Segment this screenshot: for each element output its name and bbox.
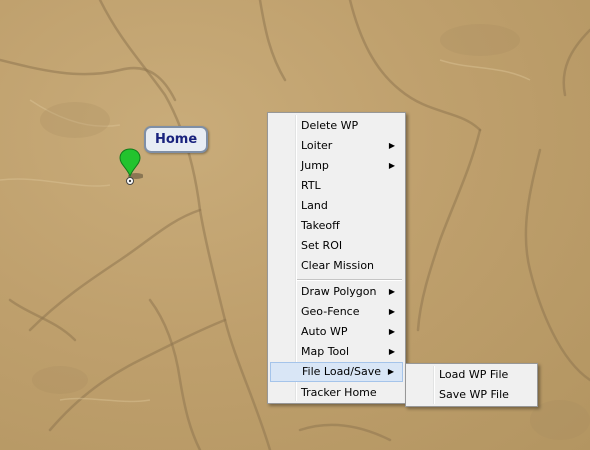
menu-item-label: Auto WP	[301, 325, 348, 338]
home-marker-pin-icon[interactable]	[119, 148, 143, 188]
menu-item-delete-wp[interactable]: Delete WP	[270, 116, 403, 136]
menu-item-label: Map Tool	[301, 345, 350, 358]
menu-item-land[interactable]: Land	[270, 196, 403, 216]
menu-item-label: RTL	[301, 179, 321, 192]
file-load-save-submenu: Load WP File Save WP File	[405, 363, 538, 407]
menu-item-map-tool[interactable]: Map Tool ▶	[270, 342, 403, 362]
menu-separator	[297, 279, 402, 281]
menu-item-label: Set ROI	[301, 239, 343, 252]
menu-item-label: Geo-Fence	[301, 305, 360, 318]
menu-item-geo-fence[interactable]: Geo-Fence ▶	[270, 302, 403, 322]
home-label: Home	[144, 126, 209, 153]
menu-item-label: File Load/Save	[302, 365, 381, 378]
submenu-item-load-wp-file[interactable]: Load WP File	[408, 365, 535, 385]
menu-item-file-load-save[interactable]: File Load/Save ▶	[270, 362, 403, 382]
menu-item-set-roi[interactable]: Set ROI	[270, 236, 403, 256]
submenu-arrow-icon: ▶	[388, 307, 395, 316]
submenu-arrow-icon: ▶	[388, 327, 395, 336]
menu-item-label: Draw Polygon	[301, 285, 377, 298]
menu-item-tracker-home[interactable]: Tracker Home	[270, 383, 403, 403]
menu-item-label: Tracker Home	[301, 386, 377, 399]
menu-item-clear-mission[interactable]: Clear Mission	[270, 256, 403, 276]
menu-item-label: Loiter	[301, 139, 333, 152]
menu-item-jump[interactable]: Jump ▶	[270, 156, 403, 176]
submenu-arrow-icon: ▶	[387, 367, 394, 376]
map-context-menu: Delete WP Loiter ▶ Jump ▶ RTL Land Takeoff Set R…	[267, 112, 406, 404]
menu-item-takeoff[interactable]: Takeoff	[270, 216, 403, 236]
menu-item-loiter[interactable]: Loiter ▶	[270, 136, 403, 156]
menu-item-auto-wp[interactable]: Auto WP ▶	[270, 322, 403, 342]
menu-item-label: Jump	[301, 159, 329, 172]
menu-item-draw-polygon[interactable]: Draw Polygon ▶	[270, 282, 403, 302]
menu-item-rtl[interactable]: RTL	[270, 176, 403, 196]
submenu-item-save-wp-file[interactable]: Save WP File	[408, 385, 535, 405]
submenu-arrow-icon: ▶	[388, 347, 395, 356]
menu-item-label: Land	[301, 199, 328, 212]
menu-item-label: Clear Mission	[301, 259, 375, 272]
menu-item-label: Takeoff	[301, 219, 340, 232]
menu-item-label: Delete WP	[301, 119, 359, 132]
submenu-arrow-icon: ▶	[388, 161, 395, 170]
submenu-arrow-icon: ▶	[388, 141, 395, 150]
submenu-arrow-icon: ▶	[388, 287, 395, 296]
